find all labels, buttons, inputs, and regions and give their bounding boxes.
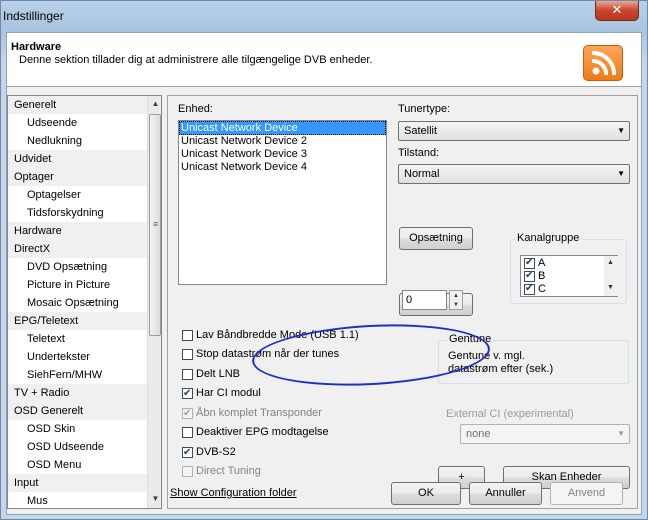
sidebar-item[interactable]: Teletext <box>8 330 161 348</box>
title-bar: Indstillinger ✕ <box>1 1 647 29</box>
sidebar-item[interactable]: DirectX <box>8 240 161 258</box>
apply-button[interactable]: Anvend <box>550 482 623 505</box>
gentune-seconds-input[interactable]: 0 <box>402 290 447 310</box>
tuner-type-label: Tunertype: <box>398 103 451 115</box>
close-icon: ✕ <box>611 2 623 17</box>
device-list[interactable]: Unicast Network Device Unicast Network De… <box>178 120 387 285</box>
channel-group-label: B <box>538 270 546 282</box>
checkbox[interactable] <box>524 269 535 282</box>
settings-category-list[interactable]: Generelt Udseende Nedlukning Udvidet Optager… <box>7 95 162 509</box>
sidebar-item[interactable]: Undertekster <box>8 348 161 366</box>
settings-window: Indstillinger ✕ Hardware Denne sektion t… <box>0 0 648 520</box>
sidebar-item[interactable]: Nedlukning <box>8 132 161 150</box>
setup-button[interactable]: Opsætning <box>399 227 473 250</box>
checkbox <box>182 465 193 477</box>
checkbox[interactable] <box>182 368 193 380</box>
sidebar-item[interactable]: OSD Udseende <box>8 438 161 456</box>
scroll-thumb[interactable]: ≡ <box>149 114 161 336</box>
channel-group-title: Kanalgruppe <box>515 232 582 244</box>
checkbox[interactable] <box>182 329 193 341</box>
section-header: Hardware Denne sektion tillader dig at a… <box>7 33 641 87</box>
channel-group-label: C <box>538 283 546 295</box>
tuner-type-value: Satellit <box>404 125 438 137</box>
show-config-folder-link[interactable]: Show Configuration folder <box>170 487 297 499</box>
scroll-up-icon[interactable]: ▲ <box>148 96 161 112</box>
option-label: Deaktiver EPG modtagelse <box>196 426 329 438</box>
gentune-spinner[interactable]: ▲ ▼ <box>449 290 463 310</box>
channel-group-item[interactable]: C <box>524 282 546 296</box>
sidebar-item[interactable]: Input <box>8 474 161 492</box>
checkbox <box>182 406 193 422</box>
chevron-down-icon: ▼ <box>617 126 625 135</box>
sidebar-item[interactable]: Mosaic Opsætning <box>8 294 161 312</box>
option-checkbox-row[interactable]: Har CI modul <box>182 385 261 402</box>
device-list-item[interactable]: Unicast Network Device <box>179 121 386 135</box>
option-checkbox-row: Åbn komplet Transponder <box>182 405 322 422</box>
rss-icon <box>583 45 623 81</box>
channel-group-label: A <box>538 257 546 269</box>
external-ci-label: External CI (experimental) <box>446 408 574 420</box>
sidebar-item[interactable]: Mus <box>8 492 161 508</box>
spin-down-icon[interactable]: ▼ <box>453 302 459 308</box>
option-checkbox-row[interactable]: Deaktiver EPG modtagelse <box>182 424 329 440</box>
scroll-down-icon[interactable]: ▼ <box>148 491 161 507</box>
chevron-down-icon: ▼ <box>617 169 625 178</box>
state-value: Normal <box>404 168 440 180</box>
sidebar-item[interactable]: SiehFern/MHW <box>8 366 161 384</box>
option-label: Direct Tuning <box>196 465 261 477</box>
ok-button[interactable]: OK <box>391 482 461 505</box>
spin-up-icon[interactable]: ▲ <box>453 293 459 299</box>
option-checkbox-row[interactable]: Delt LNB <box>182 366 240 382</box>
option-label: Åbn komplet Transponder <box>196 407 322 419</box>
section-description: Denne sektion tillader dig at administre… <box>19 54 373 66</box>
device-label: Enhed: <box>178 103 213 115</box>
scroll-down-icon[interactable]: ▼ <box>607 284 614 291</box>
scroll-up-icon[interactable]: ▲ <box>607 259 614 266</box>
device-list-item[interactable]: Unicast Network Device 4 <box>179 161 386 174</box>
state-label: Tilstand: <box>398 147 440 159</box>
option-label: DVB-S2 <box>196 446 236 458</box>
checkbox[interactable] <box>182 426 193 438</box>
state-select[interactable]: Normal ▼ <box>398 164 630 184</box>
device-list-item[interactable]: Unicast Network Device 3 <box>179 148 386 161</box>
sidebar-item[interactable]: OSD Menu <box>8 456 161 474</box>
external-ci-select[interactable]: none ▼ <box>460 424 630 444</box>
channel-group-list[interactable]: ABC ▲ ▼ <box>520 255 618 297</box>
sidebar-item[interactable]: Optagelser <box>8 186 161 204</box>
sidebar-item[interactable]: TV + Radio <box>8 384 161 402</box>
checkbox[interactable] <box>524 282 535 295</box>
tuner-type-select[interactable]: Satellit ▼ <box>398 121 630 141</box>
checkbox[interactable] <box>182 445 193 461</box>
sidebar-scrollbar[interactable]: ▲ ≡ ▼ <box>147 96 161 508</box>
dialog-client-area: Hardware Denne sektion tillader dig at a… <box>6 32 642 515</box>
device-list-item[interactable]: Unicast Network Device 2 <box>179 135 386 148</box>
sidebar-item[interactable]: Udseende <box>8 114 161 132</box>
close-button[interactable]: ✕ <box>595 1 639 21</box>
sidebar-item[interactable]: OSD Generelt <box>8 402 161 420</box>
sidebar-item[interactable]: Udvidet <box>8 150 161 168</box>
checkbox[interactable] <box>524 256 535 269</box>
sidebar-item[interactable]: OSD Skin <box>8 420 161 438</box>
option-label: Har CI modul <box>196 387 261 399</box>
sidebar-item[interactable]: Hardware <box>8 222 161 240</box>
channel-group-scrollbar[interactable]: ▲ ▼ <box>604 256 618 296</box>
window-title: Indstillinger <box>3 9 64 23</box>
option-label: Delt LNB <box>196 368 241 380</box>
sidebar-item[interactable]: Tidsforskydning <box>8 204 161 222</box>
section-title: Hardware <box>11 41 62 53</box>
option-checkbox-row[interactable]: DVB-S2 <box>182 444 236 461</box>
external-ci-value: none <box>466 428 491 440</box>
sidebar-item[interactable]: Generelt <box>8 96 161 114</box>
sidebar-item[interactable]: Optager <box>8 168 161 186</box>
sidebar-item[interactable]: DVD Opsætning <box>8 258 161 276</box>
checkbox[interactable] <box>182 386 193 402</box>
checkbox[interactable] <box>182 348 193 360</box>
cancel-button[interactable]: Annuller <box>469 482 542 505</box>
option-checkbox-row: Direct Tuning <box>182 463 261 479</box>
chevron-down-icon: ▼ <box>617 429 625 438</box>
sidebar-item[interactable]: Picture in Picture <box>8 276 161 294</box>
sidebar-item[interactable]: EPG/Teletext <box>8 312 161 330</box>
